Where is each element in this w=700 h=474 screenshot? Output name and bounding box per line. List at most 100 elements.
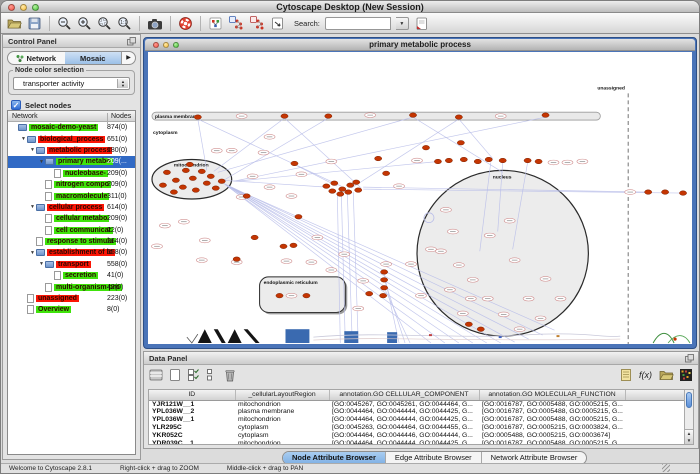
table-cell[interactable]: [GO:0044464, GO:0044444, GO:0044425, G..… [329, 440, 479, 445]
table-cell[interactable]: [GO:0044464, GO:0044444, GO:0044425, G..… [329, 416, 479, 424]
network-edge[interactable] [341, 191, 345, 343]
close-button[interactable] [8, 4, 15, 11]
table-cell[interactable]: YKR052C [149, 432, 235, 440]
network-node[interactable] [172, 178, 179, 183]
search-dropdown-button[interactable]: ▼ [396, 17, 409, 30]
table-cell[interactable]: mitochondrion [235, 440, 329, 445]
import-network-red-icon[interactable] [249, 15, 265, 31]
table-cell[interactable]: mitochondrion [235, 400, 329, 408]
network-node[interactable] [159, 183, 166, 188]
network-node[interactable] [457, 140, 464, 145]
network-node[interactable] [203, 181, 210, 186]
tree-row[interactable]: cell communicat22(0) [8, 225, 135, 236]
network-node[interactable] [303, 293, 310, 298]
network-node[interactable] [198, 169, 205, 174]
float-panel-icon[interactable] [127, 37, 136, 50]
table-row[interactable]: YJR121W__1mitochondrion[GO:0045267, GO:0… [149, 400, 685, 408]
table-cell[interactable]: mitochondrion [235, 416, 329, 424]
column-header[interactable]: annotation.GO MOLECULAR_FUNCTION [479, 390, 625, 400]
search-input[interactable] [325, 17, 391, 30]
network-node[interactable] [474, 159, 481, 164]
network-node[interactable] [460, 157, 467, 162]
scrollbar-buttons[interactable]: ▲▼ [685, 429, 693, 444]
close-icon[interactable] [153, 42, 159, 48]
table-cell[interactable]: cytoplasm [235, 424, 329, 432]
network-node[interactable] [455, 115, 462, 120]
network-node[interactable] [542, 113, 549, 118]
tree-row[interactable]: ▼cellular process614(0) [8, 202, 135, 213]
column-header[interactable] [625, 390, 685, 400]
table-cell[interactable]: plasma membrane [235, 408, 329, 416]
open-file-icon[interactable] [7, 16, 22, 31]
network-node[interactable] [381, 278, 388, 283]
network-node[interactable] [485, 157, 492, 162]
minimize-icon[interactable] [163, 42, 169, 48]
tree-row[interactable]: ▼establishment of lo558(0) [8, 247, 135, 258]
network-node[interactable] [679, 191, 686, 196]
network-node[interactable] [477, 327, 484, 332]
network-node[interactable] [207, 174, 214, 179]
network-edge[interactable] [224, 183, 431, 343]
network-node[interactable] [409, 113, 416, 118]
table-row[interactable]: YPL036W__1mitochondrion[GO:0044464, GO:0… [149, 416, 685, 424]
network-node[interactable] [170, 190, 177, 195]
network-node[interactable] [645, 190, 652, 195]
network-node[interactable] [445, 158, 452, 163]
expander-triangle-icon[interactable]: ▼ [29, 204, 36, 210]
zoom-window-button[interactable] [32, 4, 39, 11]
tab-overflow-arrow[interactable]: ▶ [121, 52, 135, 64]
network-edge[interactable] [347, 191, 352, 343]
table-cell[interactable] [625, 416, 685, 424]
network-node[interactable] [243, 194, 250, 199]
network-edge[interactable] [236, 162, 438, 182]
network-node[interactable] [212, 186, 219, 191]
network-node[interactable] [295, 214, 302, 219]
tree-row[interactable]: nucleobase-209(0) [8, 168, 135, 179]
table-cell[interactable]: [GO:0016787, GO:0005488, GO:0005215, G..… [479, 400, 625, 408]
network-node[interactable] [434, 159, 441, 164]
tree-row[interactable]: ▼metabolic process280(0) [8, 145, 135, 156]
network-edge[interactable] [337, 193, 340, 343]
zoom-selected-icon[interactable] [97, 16, 112, 31]
network-node[interactable] [375, 156, 382, 161]
table-cell[interactable]: [GO:0005488, GO:0005215, GO:0003674] [479, 432, 625, 440]
window-titlebar[interactable]: Cytoscape Desktop (New Session) [1, 1, 699, 13]
delete-attribute-trash-icon[interactable] [223, 368, 237, 387]
table-cell[interactable]: cytoplasm [235, 432, 329, 440]
table-row[interactable]: YDR039C__1mitochondrion[GO:0044464, GO:0… [149, 440, 685, 445]
network-node[interactable] [186, 162, 193, 167]
float-panel-icon[interactable] [685, 354, 694, 367]
annotation-icon[interactable] [270, 16, 285, 31]
network-node[interactable] [355, 188, 362, 193]
tree-row[interactable]: Overview8(0) [8, 304, 135, 315]
table-cell[interactable] [625, 400, 685, 408]
network-node[interactable] [422, 145, 429, 150]
network-edge[interactable] [224, 118, 329, 180]
network-node[interactable] [291, 161, 298, 166]
network-node[interactable] [194, 115, 201, 120]
network-node[interactable] [182, 168, 189, 173]
network-node[interactable] [524, 158, 531, 163]
network-node[interactable] [329, 189, 336, 194]
network-node[interactable] [233, 257, 240, 262]
maximize-icon[interactable] [173, 42, 179, 48]
network-node[interactable] [499, 158, 506, 163]
network-edge[interactable] [353, 192, 358, 343]
network-node[interactable] [345, 190, 352, 195]
network-node[interactable] [381, 270, 388, 275]
network-node[interactable] [163, 170, 170, 175]
zoom-fit-icon[interactable]: 1:1 [117, 16, 132, 31]
attribute-table-icon[interactable] [149, 368, 163, 387]
new-attribute-icon[interactable] [168, 368, 182, 387]
table-row[interactable]: YPL036W__2plasma membrane[GO:0044464, GO… [149, 408, 685, 416]
network-node[interactable] [339, 187, 346, 192]
tree-row[interactable]: secretion41(0) [8, 270, 135, 281]
table-cell[interactable]: YJR121W__1 [149, 400, 235, 408]
network-node[interactable] [535, 159, 542, 164]
tree-row[interactable]: mosaic-demo-yeast874(0) [8, 122, 135, 133]
table-cell[interactable]: [GO:0016787, GO:0005488, GO:0005215, G..… [479, 408, 625, 416]
network-window-titlebar[interactable]: primary metabolic process [145, 39, 695, 51]
network-node[interactable] [366, 291, 373, 296]
network-node[interactable] [281, 114, 288, 119]
table-row[interactable]: YLR295Ccytoplasm[GO:0045263, GO:0044464,… [149, 424, 685, 432]
